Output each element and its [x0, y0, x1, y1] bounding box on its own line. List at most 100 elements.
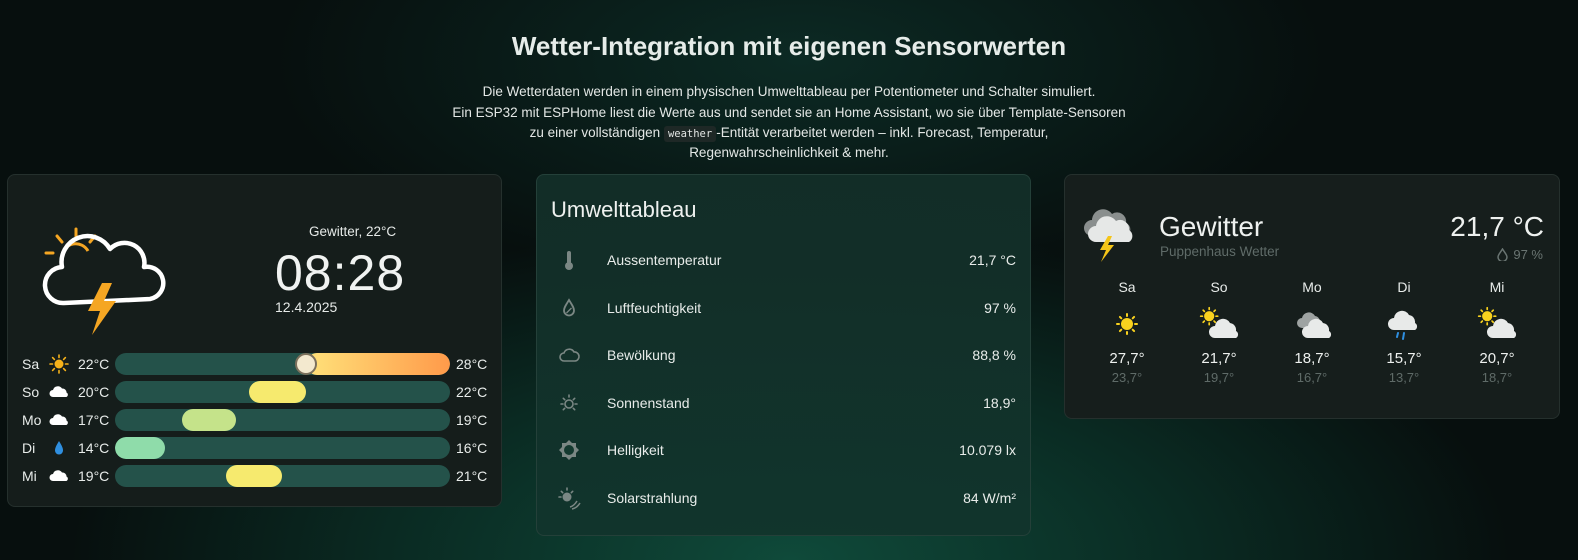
forecast-day-column: So 21,7° 19,7° [1189, 279, 1249, 385]
temperature-range-track [115, 381, 450, 403]
forecast-day-column: Mi 20,7° 18,7° [1467, 279, 1527, 385]
forecast-low: 20°C [78, 384, 110, 400]
sensor-row[interactable]: Helligkeit 10.079 lx [556, 435, 1016, 465]
forecast-high: 16°C [456, 440, 488, 456]
weather-condition: Gewitter [1159, 211, 1264, 242]
temperature-range-fill [249, 381, 306, 403]
sunny-icon [1107, 306, 1147, 342]
forecast-high: 21,7° [1201, 350, 1237, 367]
forecast-day-column: Mo 18,7° 16,7° [1282, 279, 1342, 385]
solar-radiation-icon [556, 485, 582, 511]
clock-time: 08:28 [275, 245, 406, 301]
sensor-row[interactable]: Solarstrahlung 84 W/m² [556, 483, 1016, 513]
cloud-icon [49, 382, 69, 402]
description-text: -Entität verarbeitet werden – inkl. Fore… [716, 125, 1049, 140]
forecast-high: 15,7° [1386, 350, 1422, 367]
temperature-range-fill [225, 465, 283, 487]
forecast-day: Mi [1489, 279, 1505, 295]
partly-cloudy-icon [1477, 306, 1517, 342]
sun-elevation-icon [556, 390, 582, 416]
temperature-range-track [115, 353, 450, 375]
forecast-high: 22°C [456, 384, 488, 400]
sensor-value: 21,7 °C [969, 252, 1016, 268]
description-text: zu einer vollständigen [529, 125, 664, 140]
forecast-high: 21°C [456, 468, 488, 484]
forecast-high: 18,7° [1294, 350, 1330, 367]
forecast-low: 22°C [78, 356, 110, 372]
sensor-row[interactable]: Bewölkung 88,8 % [556, 340, 1016, 370]
forecast-low: 19,7° [1203, 370, 1235, 385]
sensor-value: 97 % [984, 299, 1016, 316]
sensor-label: Aussentemperatur [607, 252, 722, 268]
forecast-day: Di [1397, 279, 1411, 295]
forecast-row: Mi 19°C 21°C [22, 465, 492, 487]
sensor-value: 88,8 % [972, 347, 1016, 364]
forecast-high: 19°C [456, 412, 488, 428]
forecast-day: Sa [22, 356, 40, 372]
sensor-label: Helligkeit [607, 442, 664, 459]
forecast-row: Sa 22°C 28°C [22, 353, 492, 375]
forecast-low: 19°C [78, 468, 110, 484]
cloud-icon [556, 342, 582, 368]
forecast-day: So [22, 384, 40, 400]
forecast-low: 16,7° [1296, 370, 1328, 385]
sensor-label: Solarstrahlung [607, 490, 698, 506]
description-line-2: Ein ESP32 mit ESPHome liest die Werte au… [452, 105, 1126, 120]
humidity-icon [556, 295, 582, 321]
clock-date: 12.4.2025 [275, 299, 338, 315]
temperature-range-track [115, 409, 450, 431]
current-temperature-marker [294, 353, 317, 375]
sensor-row[interactable]: Luftfeuchtigkeit 97 % [556, 293, 1016, 323]
cloudy-icon [1292, 306, 1332, 342]
temperature-range-fill [182, 409, 236, 431]
thunderstorm-icon [42, 227, 166, 335]
forecast-row: Di 14°C 16°C [22, 437, 492, 459]
rainy-icon [1384, 306, 1424, 342]
partly-cloudy-icon [1199, 306, 1239, 342]
raindrop-icon [49, 438, 69, 458]
sun-icon [49, 354, 69, 374]
thunderstorm-icon [1084, 209, 1133, 262]
weather-entity-name: Puppenhaus Wetter [1160, 244, 1280, 259]
forecast-row: Mo 17°C 19°C [22, 409, 492, 431]
description-line-4: Regenwahrscheinlichkeit & mehr. [689, 145, 889, 160]
forecast-day-column: Sa 27,7° 23,7° [1097, 279, 1157, 385]
temperature-range-fill [115, 437, 166, 459]
forecast-high: 20,7° [1479, 350, 1515, 367]
sensor-value: 18,9° [983, 394, 1016, 411]
forecast-day: Mo [22, 412, 42, 428]
sensor-label: Sonnenstand [607, 394, 690, 411]
thermometer-icon [556, 247, 582, 273]
current-condition-text: Gewitter, 22°C [309, 224, 397, 239]
humidity-value: 97 % [1513, 247, 1543, 262]
forecast-day: Mi [22, 468, 37, 484]
forecast-low: 23,7° [1111, 370, 1143, 385]
forecast-day-column: Di 15,7° 13,7° [1374, 279, 1434, 385]
sensor-row[interactable]: Sonnenstand 18,9° [556, 388, 1016, 418]
forecast-day: Sa [1118, 279, 1136, 295]
forecast-day: So [1210, 279, 1228, 295]
forecast-low: 17°C [78, 412, 110, 428]
temperature-range-track [115, 437, 450, 459]
sensor-label: Bewölkung [607, 347, 676, 364]
temperature-range-track [115, 465, 450, 487]
forecast-row: So 20°C 22°C [22, 381, 492, 403]
sensor-row[interactable]: Aussentemperatur 21,7 °C [556, 245, 1016, 275]
forecast-high: 28°C [456, 356, 488, 372]
sensor-value: 10.079 lx [959, 442, 1016, 459]
sensor-card-title: Umwelttableau [551, 197, 697, 222]
forecast-low: 18,7° [1481, 370, 1513, 385]
cloud-icon [49, 466, 69, 486]
forecast-low: 13,7° [1388, 370, 1420, 385]
weather-code-snippet: weather [663, 126, 717, 142]
forecast-low: 14°C [78, 440, 110, 456]
page-title: Wetter-Integration mit eigenen Sensorwer… [511, 31, 1067, 61]
weather-temperature: 21,7 °C [1450, 211, 1544, 242]
humidity-icon [1497, 247, 1509, 263]
temperature-range-fill [305, 353, 450, 375]
forecast-day: Mo [1302, 279, 1322, 295]
weather-humidity: 97 % [1497, 247, 1543, 263]
cloud-icon [49, 410, 69, 430]
forecast-high: 27,7° [1109, 350, 1145, 367]
description-line-1: Die Wetterdaten werden in einem physisch… [482, 84, 1096, 99]
